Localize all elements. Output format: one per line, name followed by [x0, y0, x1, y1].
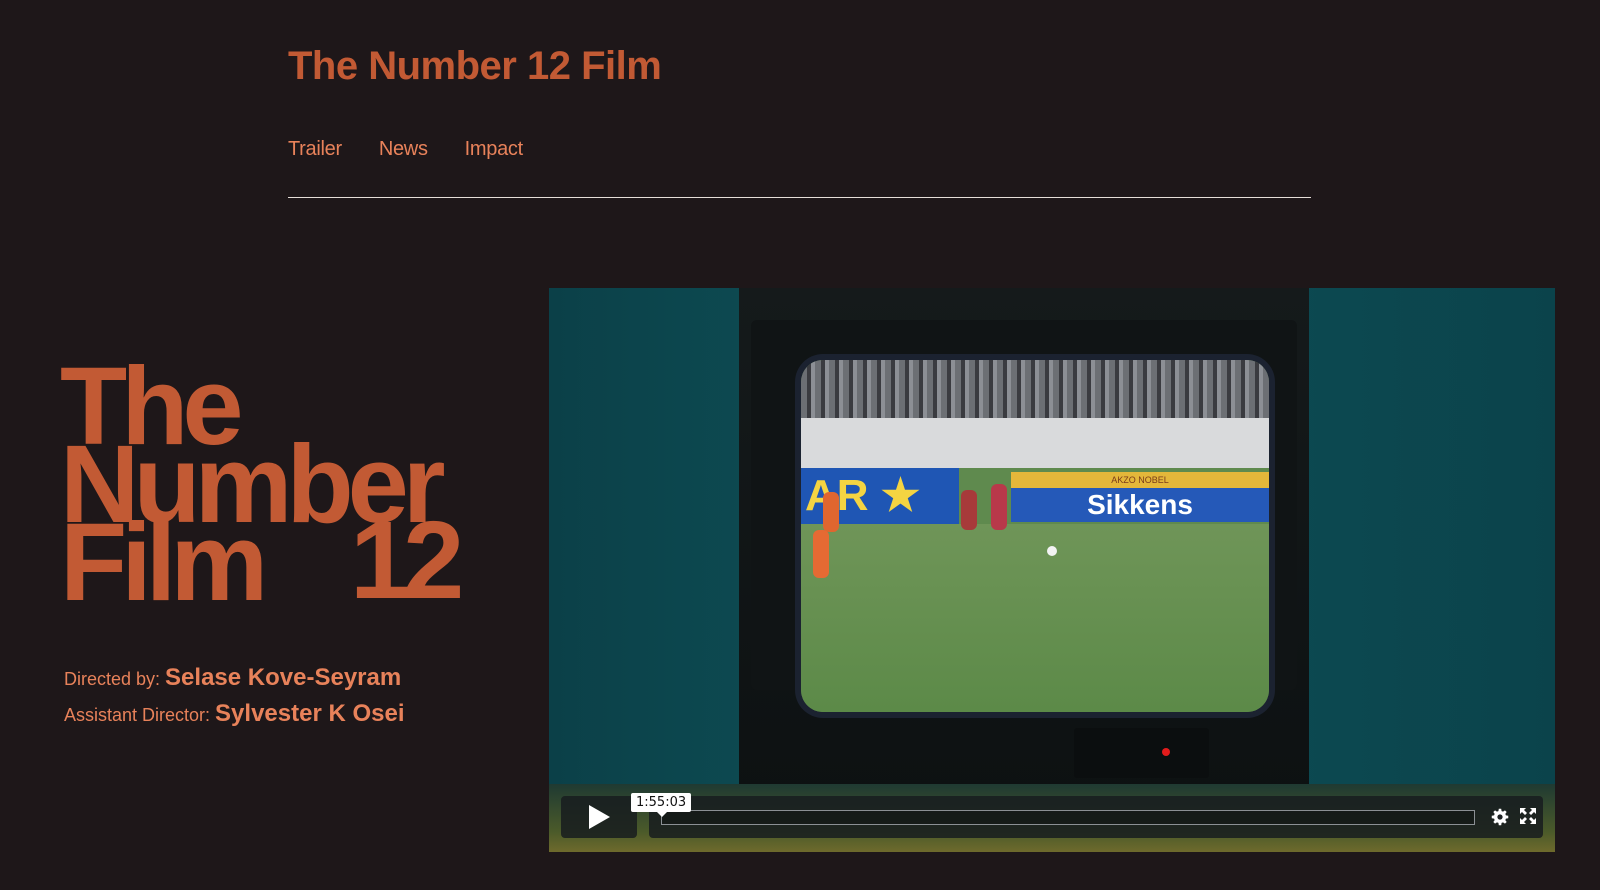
- time-tooltip: 1:55:03: [631, 793, 692, 817]
- fullscreen-icon[interactable]: [1520, 808, 1536, 824]
- nav-trailer[interactable]: Trailer: [288, 138, 342, 161]
- credits: Directed by: Selase Kove-Seyram Assistan…: [64, 664, 405, 736]
- assistant-director-name: Sylvester K Osei: [215, 700, 405, 727]
- site-title[interactable]: The Number 12 Film: [288, 44, 662, 89]
- page: The Number 12 Film Trailer News Impact T…: [0, 0, 1600, 890]
- director-credit: Directed by: Selase Kove-Seyram: [64, 664, 405, 700]
- assistant-director-label: Assistant Director:: [64, 705, 211, 725]
- hero-word-12: 12: [350, 499, 464, 622]
- video-player[interactable]: AR ★ AKZO NOBEL Sikkens 1:55:03: [549, 288, 1555, 852]
- assistant-director-credit: Assistant Director: Sylvester K Osei: [64, 700, 405, 736]
- director-label: Directed by:: [64, 669, 161, 689]
- hero-title: The Number Film 12: [60, 352, 464, 618]
- nav-news[interactable]: News: [379, 138, 428, 161]
- director-name: Selase Kove-Seyram: [165, 664, 402, 691]
- play-button[interactable]: [561, 796, 637, 838]
- nav-divider: [288, 197, 1311, 198]
- main-nav: Trailer News Impact: [288, 138, 523, 161]
- video-controls: 1:55:03: [549, 288, 1555, 852]
- play-icon: [589, 805, 610, 829]
- gear-icon[interactable]: [1491, 808, 1509, 826]
- progress-bar[interactable]: [661, 810, 1475, 825]
- control-bar: [649, 796, 1543, 838]
- nav-impact[interactable]: Impact: [465, 138, 524, 161]
